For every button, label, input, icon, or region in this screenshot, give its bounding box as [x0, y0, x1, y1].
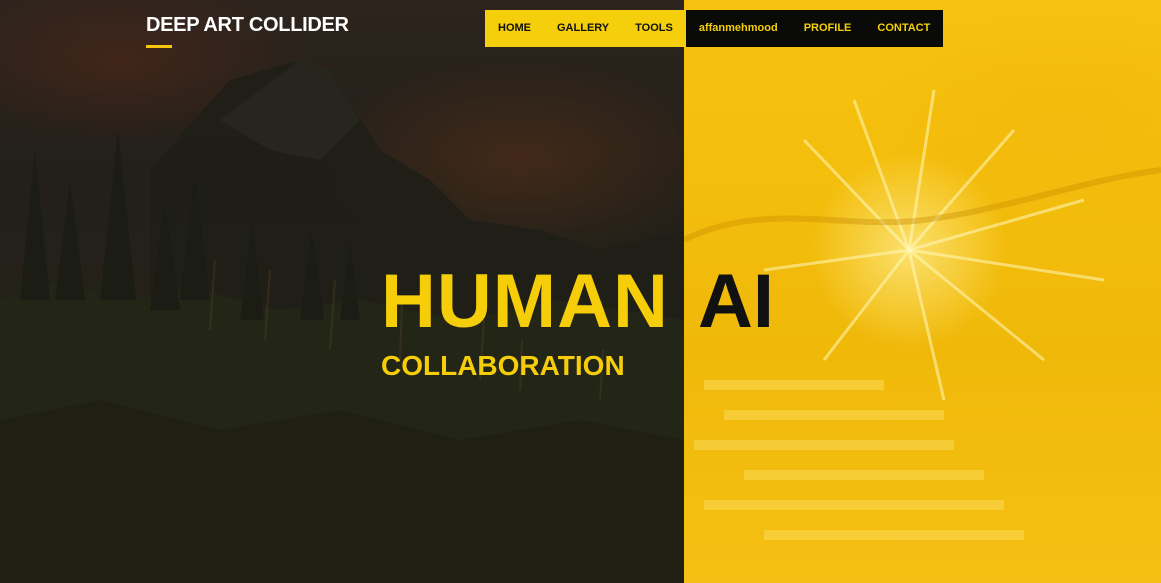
main-navigation: HOME GALLERY TOOLS affanmehmood PROFILE … — [485, 10, 944, 47]
hero-word-human: HUMAN — [381, 259, 669, 344]
nav-item-gallery[interactable]: GALLERY — [544, 10, 622, 47]
hero-word-ai: AI — [698, 259, 774, 344]
nav-yellow-segment: HOME GALLERY TOOLS — [485, 10, 686, 47]
nav-black-segment: affanmehmood PROFILE CONTACT — [685, 10, 944, 47]
nav-item-profile[interactable]: PROFILE — [791, 10, 865, 47]
nav-item-home[interactable]: HOME — [485, 10, 544, 47]
hero-stage: DEEP ART COLLIDER HOME GALLERY TOOLS aff… — [0, 0, 1161, 583]
hero-subtitle: COLLABORATION — [381, 350, 625, 381]
logo-underline-accent — [146, 45, 172, 48]
nav-item-username[interactable]: affanmehmood — [686, 10, 791, 47]
site-logo-title[interactable]: DEEP ART COLLIDER — [146, 14, 349, 37]
nav-item-contact[interactable]: CONTACT — [864, 10, 943, 47]
nav-item-tools[interactable]: TOOLS — [622, 10, 686, 47]
